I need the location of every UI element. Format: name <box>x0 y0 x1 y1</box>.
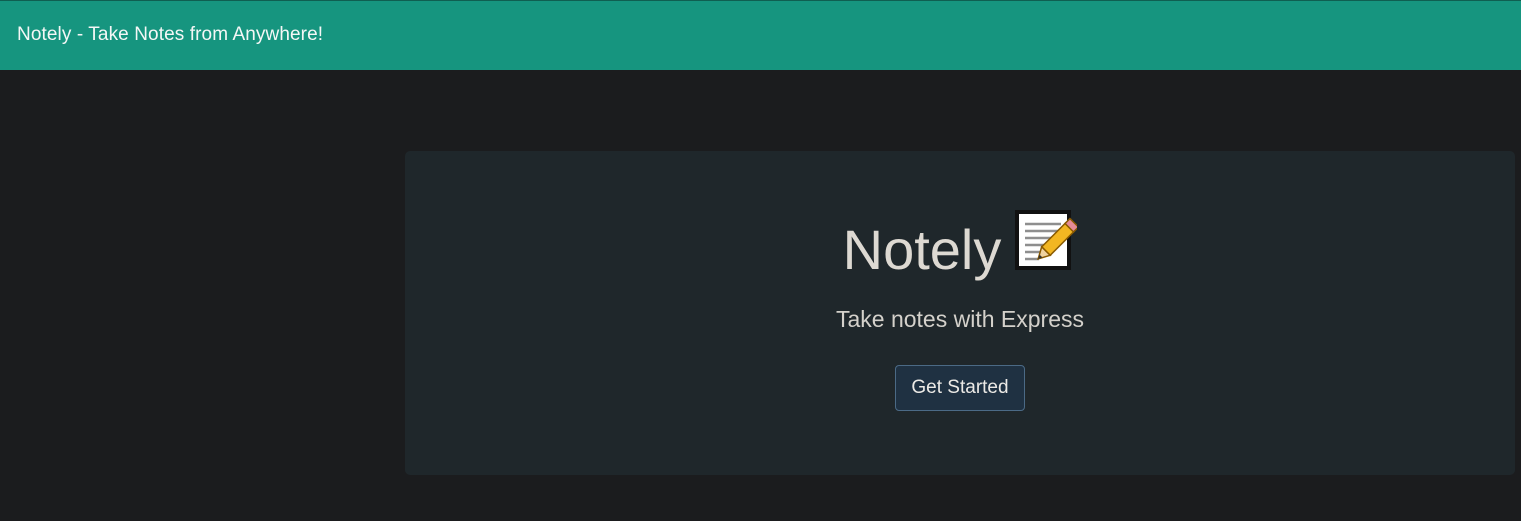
hero-title-text: Notely <box>842 218 1002 281</box>
hero-lead-text: Take notes with Express <box>835 306 1084 332</box>
memo-pencil-icon <box>1013 208 1080 288</box>
navbar-brand-link[interactable]: Notely - Take Notes from Anywhere! <box>17 24 323 46</box>
get-started-button[interactable]: Get Started <box>895 365 1025 411</box>
hero-title: Notely <box>405 210 1515 288</box>
top-navbar: Notely - Take Notes from Anywhere! <box>0 0 1521 70</box>
hero-jumbotron: Notely Take notes with Express Get Start… <box>405 151 1515 475</box>
